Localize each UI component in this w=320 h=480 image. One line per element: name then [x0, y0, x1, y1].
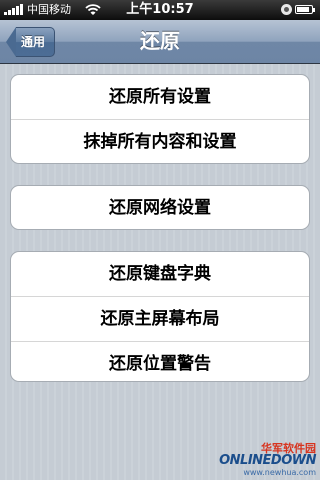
reset-all-settings-button[interactable]: 还原所有设置	[11, 75, 309, 120]
battery-icon	[295, 5, 315, 14]
back-arrow-icon	[6, 27, 16, 57]
rotation-lock-icon	[281, 4, 292, 15]
reset-home-screen-layout-button[interactable]: 还原主屏幕布局	[11, 297, 309, 342]
status-time: 上午10:57	[126, 2, 194, 17]
watermark-logo: 华军软件园 ONLINEDOWN www.newhua.com	[219, 440, 318, 478]
reset-group-general: 还原所有设置 抹掉所有内容和设置	[10, 74, 310, 164]
reset-group-network: 还原网络设置	[10, 185, 310, 230]
reset-group-other: 还原键盘字典 还原主屏幕布局 还原位置警告	[10, 251, 310, 382]
watermark-url: www.newhua.com	[243, 468, 316, 477]
back-button[interactable]: 通用	[6, 27, 56, 57]
battery-level	[297, 7, 309, 12]
erase-all-content-button[interactable]: 抹掉所有内容和设置	[11, 120, 309, 163]
navigation-bar: 还原 通用	[0, 20, 320, 64]
back-button-label: 通用	[16, 27, 56, 57]
reset-network-settings-button[interactable]: 还原网络设置	[11, 186, 309, 229]
watermark-brand: ONLINEDOWN	[219, 453, 316, 468]
reset-keyboard-dictionary-button[interactable]: 还原键盘字典	[11, 252, 309, 297]
reset-location-warnings-button[interactable]: 还原位置警告	[11, 342, 309, 381]
status-bar: 中国移动 上午10:57	[0, 0, 320, 20]
